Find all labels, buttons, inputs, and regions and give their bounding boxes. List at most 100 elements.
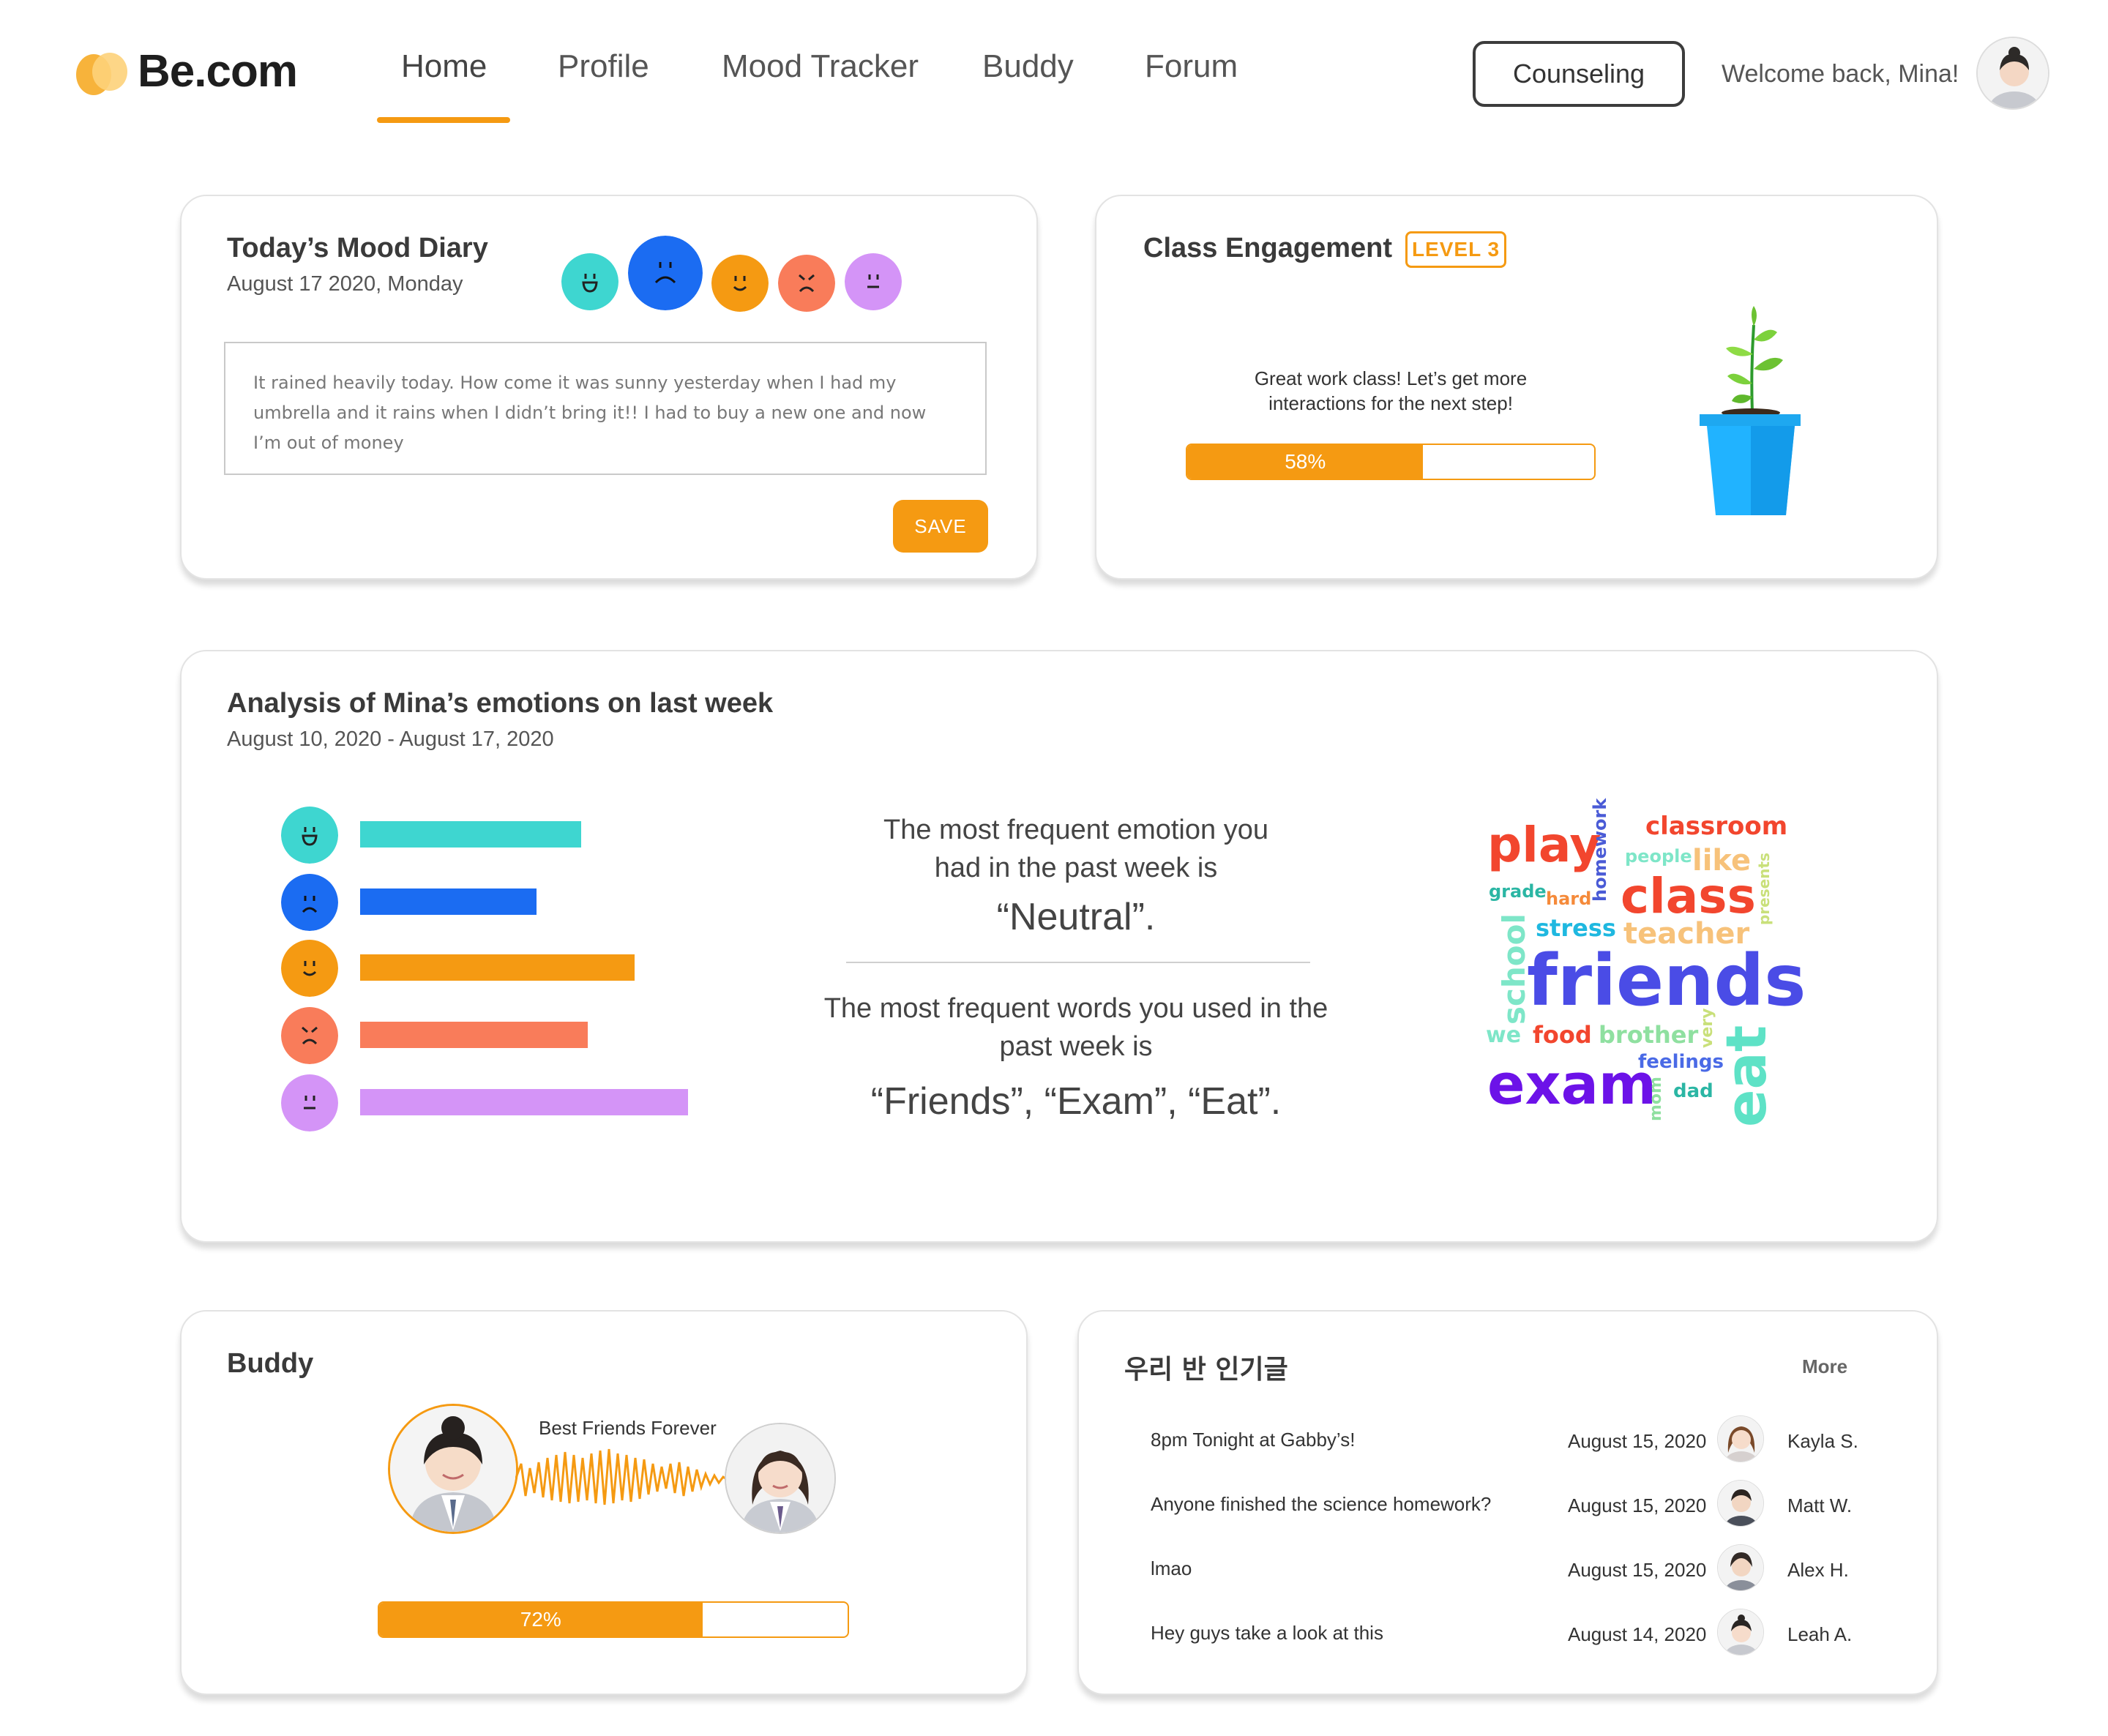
frequent-words-value: “Friends”, “Exam”, “Eat”. [870, 1080, 1282, 1123]
word-cloud-word: classroom [1645, 812, 1788, 841]
word-cloud-word: hard [1546, 888, 1592, 909]
emotion-sad-icon [281, 874, 338, 931]
diary-entry-textarea[interactable]: It rained heavily today. How come it was… [224, 342, 987, 475]
post-author: Matt W. [1787, 1494, 1853, 1516]
level-badge: LEVEL 3 [1405, 231, 1506, 268]
word-cloud-word: school [1496, 913, 1532, 1025]
post-date: August 15, 2020 [1568, 1494, 1707, 1516]
word-cloud: play homework classroom people like pres… [1479, 798, 1806, 1134]
emotion-angry-icon [281, 1007, 338, 1064]
emotion-bar-neutral [360, 1089, 688, 1115]
save-button[interactable]: SAVE [893, 500, 988, 553]
emotion-bar-happy [360, 821, 582, 848]
post-title[interactable]: lmao [1151, 1557, 1192, 1580]
mood-content-icon[interactable] [711, 255, 769, 312]
word-cloud-word: stress [1536, 914, 1616, 942]
post-author-avatar[interactable] [1717, 1415, 1764, 1462]
counseling-button[interactable]: Counseling [1473, 41, 1685, 107]
frequent-words-line2: past week is [999, 1031, 1153, 1062]
frequent-emotion-value: “Neutral”. [996, 896, 1156, 938]
nav-home[interactable]: Home [401, 48, 487, 85]
more-link[interactable]: More [1802, 1355, 1847, 1378]
frequent-words-line1: The most frequent words you used in the [823, 993, 1328, 1024]
mood-neutral-icon[interactable] [845, 253, 902, 310]
mood-happy-icon[interactable] [561, 253, 618, 310]
post-author-avatar[interactable] [1717, 1480, 1764, 1527]
word-cloud-word: dad [1673, 1080, 1713, 1102]
post-date: August 14, 2020 [1568, 1623, 1707, 1645]
my-avatar[interactable] [388, 1404, 518, 1534]
engagement-message: Great work class! Let’s get more interac… [1171, 366, 1610, 416]
buddy-label: Best Friends Forever [539, 1417, 717, 1439]
logo-icon [76, 53, 127, 95]
frequent-emotion-line1: The most frequent emotion you [883, 815, 1268, 845]
nav-mood-tracker[interactable]: Mood Tracker [722, 48, 919, 85]
post-author: Leah A. [1787, 1623, 1853, 1645]
buddy-progress-bar: 72% [378, 1601, 849, 1638]
post-author-avatar[interactable] [1717, 1609, 1764, 1655]
word-cloud-word: exam [1487, 1052, 1657, 1117]
word-cloud-word: friends [1527, 940, 1806, 1022]
nav-forum[interactable]: Forum [1145, 48, 1238, 85]
nav-buddy[interactable]: Buddy [982, 48, 1074, 85]
mood-diary-date: August 17 2020, Monday [227, 272, 463, 296]
emotion-bar-sad [360, 888, 537, 915]
frequent-emotion-text: The most frequent emotion you had in the… [805, 811, 1347, 887]
post-title[interactable]: Hey guys take a look at this [1151, 1622, 1383, 1645]
engagement-progress-bar: 58% [1186, 444, 1596, 480]
mood-sad-icon[interactable] [628, 236, 703, 310]
post-author: Alex H. [1787, 1559, 1849, 1581]
nav-profile[interactable]: Profile [558, 48, 649, 85]
author-avatar-icon [1718, 1416, 1763, 1462]
post-title[interactable]: Anyone finished the science homework? [1151, 1493, 1491, 1516]
user-avatar-icon [1978, 38, 2048, 108]
my-avatar-icon [390, 1406, 516, 1532]
frequent-words-text: The most frequent words you used in the … [776, 989, 1376, 1066]
emotion-neutral-icon [281, 1074, 338, 1131]
brand-name[interactable]: Be.com [138, 45, 298, 97]
analysis-title: Analysis of Mina’s emotions on last week [227, 688, 774, 719]
emotion-happy-icon [281, 807, 338, 864]
post-author: Kayla S. [1787, 1430, 1858, 1452]
author-avatar-icon [1718, 1481, 1763, 1526]
popular-posts-title: 우리 반 인기글 [1124, 1355, 1288, 1385]
emotion-bar-content [360, 954, 635, 981]
word-cloud-word: mom [1647, 1077, 1665, 1121]
word-cloud-word: food [1533, 1021, 1592, 1049]
plant-pot-icon [1700, 306, 1801, 515]
word-cloud-word: we [1486, 1022, 1522, 1048]
word-cloud-word: class [1621, 868, 1756, 924]
engagement-message-line1: Great work class! Let’s get more [1254, 367, 1528, 389]
engagement-message-line2: interactions for the next step! [1268, 392, 1513, 414]
emotion-content-icon [281, 940, 338, 997]
buddy-avatar[interactable] [725, 1423, 836, 1534]
post-title[interactable]: 8pm Tonight at Gabby’s! [1151, 1429, 1355, 1451]
engagement-progress-label: 58% [1285, 450, 1326, 473]
author-avatar-icon [1718, 1545, 1763, 1590]
frequent-emotion-line2: had in the past week is [934, 853, 1218, 883]
word-cloud-word: grade [1489, 881, 1547, 902]
word-cloud-word: people [1625, 846, 1692, 867]
engagement-title: Class Engagement [1143, 233, 1392, 263]
user-avatar[interactable] [1976, 37, 2049, 110]
analysis-date-range: August 10, 2020 - August 17, 2020 [227, 727, 554, 751]
emotion-bar-angry [360, 1022, 588, 1048]
word-cloud-word: presents [1755, 853, 1773, 925]
word-cloud-word: brother [1599, 1021, 1699, 1049]
post-author-avatar[interactable] [1717, 1544, 1764, 1591]
post-date: August 15, 2020 [1568, 1559, 1707, 1581]
friendship-wave-icon [515, 1448, 728, 1505]
nav-active-indicator [377, 117, 510, 123]
author-avatar-icon [1718, 1609, 1763, 1655]
word-cloud-word: play [1487, 817, 1601, 873]
post-date: August 15, 2020 [1568, 1430, 1707, 1452]
welcome-message: Welcome back, Mina! [1722, 60, 1959, 88]
word-cloud-word: eat [1713, 1025, 1779, 1127]
buddy-avatar-icon [726, 1424, 834, 1533]
analysis-divider [846, 962, 1310, 963]
mood-diary-title: Today’s Mood Diary [227, 233, 488, 263]
mood-angry-icon[interactable] [778, 255, 835, 312]
buddy-progress-label: 72% [520, 1608, 561, 1631]
word-cloud-word: homework [1590, 798, 1610, 902]
buddy-title: Buddy [227, 1348, 314, 1379]
